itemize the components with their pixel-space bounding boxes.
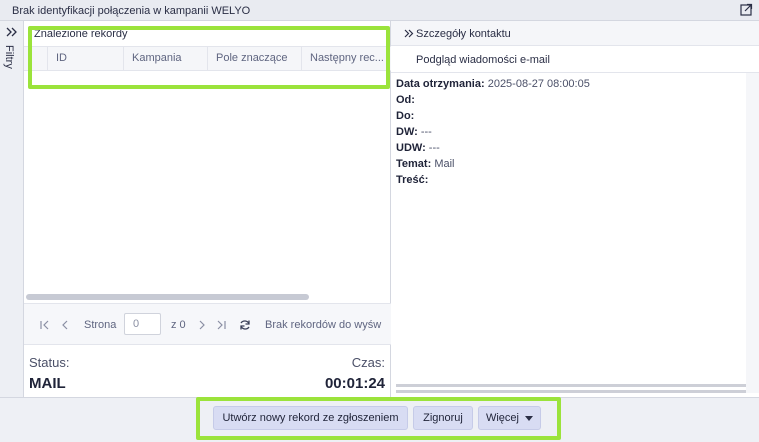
scrollbar-thumb[interactable] (26, 294, 309, 300)
field-to: Do: (396, 110, 414, 122)
more-button[interactable]: Więcej (478, 406, 541, 430)
field-label: Od: (396, 94, 415, 106)
page-number-input[interactable] (124, 313, 161, 335)
no-records-message: Brak rekordów do wyśw (265, 319, 382, 331)
horizontal-scrollbar[interactable] (24, 294, 391, 301)
column-header-id[interactable]: ID (48, 47, 124, 70)
email-body-preview (396, 384, 746, 396)
refresh-icon[interactable] (238, 318, 252, 332)
window-title-bar: Brak identyfikacji połączenia w kampanii… (0, 0, 759, 21)
tab-email-preview-label: Podgląd wiadomości e-mail (416, 54, 550, 66)
double-chevron-right-icon[interactable] (404, 29, 414, 38)
field-label: Temat: (396, 158, 432, 170)
field-label: Do: (396, 110, 415, 122)
status-value: MAIL (29, 375, 66, 392)
column-header-campaign[interactable]: Kampania (124, 47, 208, 70)
caret-down-icon (525, 415, 533, 421)
create-record-button[interactable]: Utwórz nowy rekord ze zgłoszeniem (213, 406, 408, 430)
status-label: Status: (29, 355, 70, 370)
filters-label-wrap: Filtry (3, 45, 19, 105)
popout-icon[interactable] (740, 3, 753, 16)
field-value: --- (428, 142, 440, 154)
filters-sidebar[interactable]: Filtry (0, 21, 24, 397)
page-count: z 0 (171, 319, 186, 331)
more-button-label: Więcej (485, 412, 519, 424)
email-vertical-scrollbar[interactable] (746, 73, 759, 393)
row-select-column[interactable] (24, 47, 48, 70)
column-header-significant-field[interactable]: Pole znaczące (208, 47, 302, 70)
field-received-date: Data otrzymania: 2025-08-27 08:00:05 (396, 78, 590, 90)
time-value: 00:01:24 (324, 375, 385, 392)
window-title: Brak identyfikacji połączenia w kampanii… (12, 5, 251, 17)
contact-details-panel: Szczegóły kontaktu Podgląd wiadomości e-… (391, 21, 759, 397)
field-value: Mail (434, 158, 455, 170)
field-subject: Temat: Mail (396, 158, 454, 170)
last-page-icon[interactable] (214, 318, 228, 332)
field-label: DW: (396, 126, 418, 138)
column-header-next-record[interactable]: Następny rec... (302, 47, 391, 70)
filters-label[interactable]: Filtry (3, 45, 15, 69)
field-cc: DW: --- (396, 126, 432, 138)
field-bcc: UDW: --- (396, 142, 440, 154)
ignore-button[interactable]: Zignoruj (413, 406, 473, 430)
field-label: Treść: (396, 174, 429, 186)
previous-page-icon[interactable] (58, 318, 72, 332)
time-label: Czas: (351, 355, 385, 370)
records-panel: Znalezione rekordy ID Kampania Pole znac… (24, 21, 391, 397)
next-page-icon[interactable] (195, 318, 209, 332)
pager: Strona z 0 Brak rekordów do wyśw (24, 303, 391, 345)
page-label: Strona (84, 319, 117, 331)
field-body: Treść: (396, 174, 428, 186)
contact-details-header[interactable]: Szczegóły kontaktu (391, 21, 759, 46)
field-label: Data otrzymania: (396, 78, 485, 90)
field-value: 2025-08-27 08:00:05 (487, 78, 590, 90)
contact-details-title: Szczegóły kontaktu (416, 28, 511, 40)
records-grid-header: ID Kampania Pole znaczące Następny rec..… (24, 46, 391, 71)
records-title: Znalezione rekordy (34, 28, 128, 40)
double-chevron-right-icon[interactable] (6, 27, 18, 37)
first-page-icon[interactable] (38, 318, 52, 332)
tab-email-preview[interactable]: Podgląd wiadomości e-mail (391, 46, 759, 73)
field-value: --- (420, 126, 432, 138)
field-from: Od: (396, 94, 415, 106)
field-label: UDW: (396, 142, 426, 154)
